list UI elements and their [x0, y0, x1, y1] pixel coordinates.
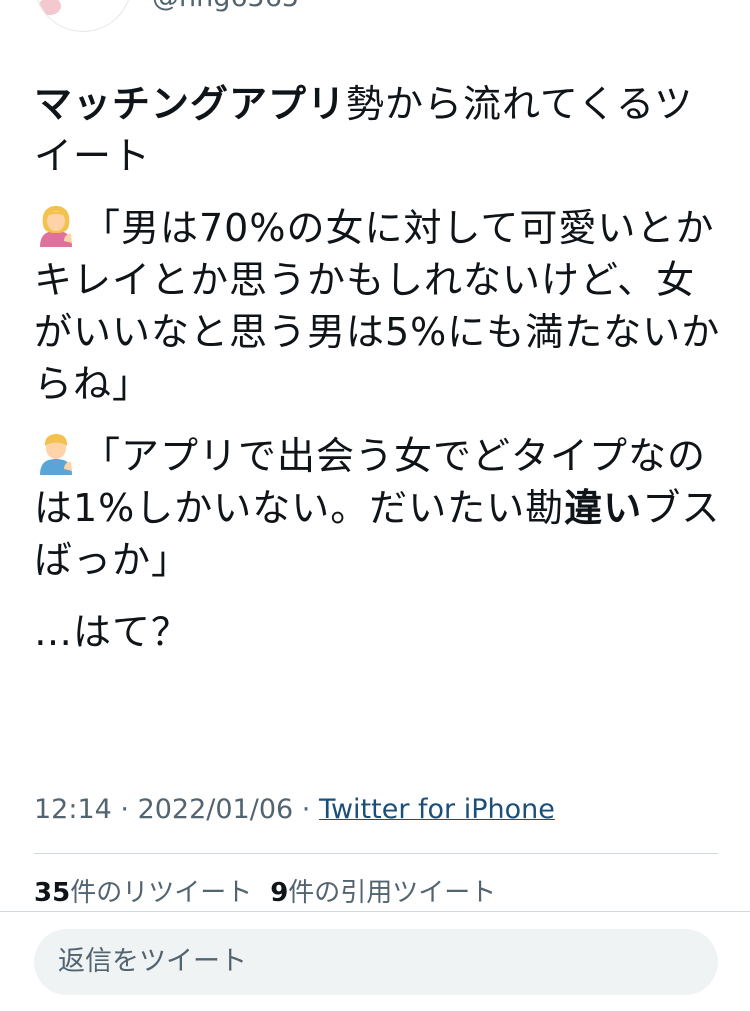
- quote-man-bold: 違い: [564, 486, 643, 530]
- quote-woman-text: 「男は70%の女に対して可愛いとかキレイとか思うかもしれないけど、女がいいなと思…: [34, 206, 721, 406]
- tweet-meta: 12:14 · 2022/01/06 · Twitter for iPhone: [34, 792, 555, 828]
- quotes-stat[interactable]: 9件の引用ツイート: [270, 878, 496, 908]
- reply-input[interactable]: 返信をツイート: [34, 929, 718, 995]
- quotes-label: 件の引用ツイート: [288, 878, 497, 908]
- avatar[interactable]: [34, 0, 132, 32]
- tweet-closing: …はて？: [34, 610, 191, 654]
- man-tipping-hand-icon: [40, 434, 72, 475]
- meta-separator: ·: [293, 794, 319, 825]
- tweet-source-link[interactable]: Twitter for iPhone: [319, 794, 555, 825]
- avatar-image: [39, 0, 61, 15]
- quote-woman: 「男は70%の女に対して可愛いとかキレイとか思うかもしれないけど、女がいいなと思…: [34, 202, 724, 410]
- meta-separator: ·: [111, 794, 138, 825]
- divider: [34, 853, 718, 854]
- retweets-stat[interactable]: 35件のリツイート: [34, 878, 252, 908]
- tweet-time[interactable]: 12:14: [34, 794, 112, 825]
- tweet-intro: マッチングアプリ勢から流れてくるツイート: [34, 78, 724, 182]
- quote-man: 「アプリで出会う女でどタイプなのは1%しかいない。だいたい勘違いブスばっか」: [34, 430, 724, 586]
- quotes-count: 9: [270, 878, 289, 908]
- retweets-label: 件のリツイート: [70, 878, 253, 908]
- tweet-date[interactable]: 2022/01/06: [138, 794, 294, 825]
- tweet-intro-bold: マッチングアプリ: [34, 82, 347, 126]
- tweet-text: マッチングアプリ勢から流れてくるツイート 「男は70%の女に対して可愛いとかキレ…: [34, 78, 724, 678]
- retweets-count: 35: [34, 878, 71, 908]
- woman-tipping-hand-icon: [40, 206, 72, 247]
- author-handle[interactable]: @nng6565: [152, 0, 299, 14]
- divider: [0, 911, 750, 912]
- tweet-stats: 35件のリツイート 9件の引用ツイート: [34, 874, 496, 912]
